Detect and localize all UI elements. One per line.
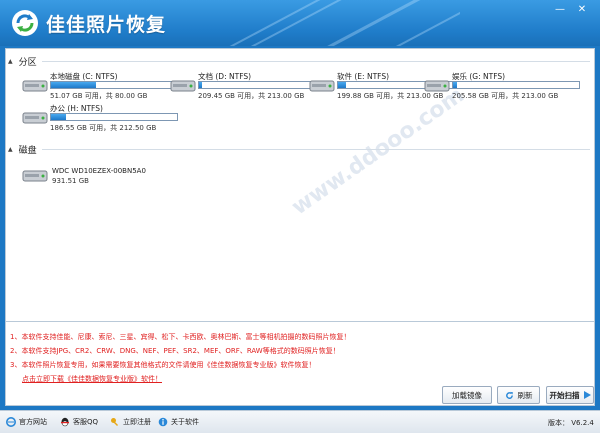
partition-size: 209.45 GB 可用，共 213.00 GB bbox=[198, 92, 305, 100]
refresh-label: 刷新 bbox=[517, 390, 533, 400]
close-button[interactable]: ✕ bbox=[575, 4, 589, 16]
start-scan-label: 开始扫描 bbox=[549, 390, 580, 400]
partitions-header[interactable]: ▲ 分区 bbox=[8, 55, 37, 68]
usage-fill bbox=[51, 114, 67, 120]
usage-fill bbox=[453, 82, 457, 88]
disks-label: 磁盘 bbox=[18, 145, 37, 156]
collapse-icon: ▲ bbox=[8, 145, 13, 153]
about-label: 关于软件 bbox=[171, 418, 199, 426]
website-label: 官方网站 bbox=[19, 418, 47, 426]
version-label: 版本： V6.2.4 bbox=[548, 419, 594, 427]
website-link[interactable]: 官方网站 bbox=[6, 417, 47, 427]
info-icon bbox=[158, 417, 168, 427]
usage-bar bbox=[50, 81, 178, 89]
refresh-icon bbox=[505, 391, 513, 399]
partition-size: 205.58 GB 可用，共 213.00 GB bbox=[452, 92, 559, 100]
refresh-button[interactable]: 刷新 bbox=[497, 386, 540, 404]
note-1: 1、本软件支持佳能、尼康、索尼、三星、宾得、松下、卡西欧、奥林巴斯、富士等相机拍… bbox=[10, 333, 351, 341]
title-decoration bbox=[160, 0, 460, 46]
disk-model: WDC WD10EZEX-00BN5A0 bbox=[52, 167, 146, 175]
hard-drive-icon bbox=[170, 80, 196, 92]
register-link[interactable]: 立即注册 bbox=[110, 417, 151, 427]
qq-link[interactable]: 客服QQ bbox=[60, 417, 98, 427]
note-3: 3、本软件照片恢复专用，如果需要恢复其他格式的文件请使用《佳佳数据恢复专业版》软… bbox=[10, 361, 316, 369]
play-icon bbox=[583, 391, 591, 399]
partition-size: 186.55 GB 可用，共 212.50 GB bbox=[50, 124, 157, 132]
partition-h[interactable]: 办公 (H: NTFS) 186.55 GB 可用，共 212.50 GB bbox=[22, 103, 182, 133]
disk-size: 931.51 GB bbox=[52, 177, 89, 185]
hard-drive-icon bbox=[22, 112, 48, 124]
register-label: 立即注册 bbox=[123, 418, 151, 426]
watermark: www.ddooo.com bbox=[287, 82, 469, 221]
download-link[interactable]: 点击立即下载《佳佳数据恢复专业版》软件！ bbox=[22, 374, 162, 384]
partition-c[interactable]: 本地磁盘 (C: NTFS) 51.07 GB 可用，共 80.00 GB bbox=[22, 71, 182, 101]
qq-label: 客服QQ bbox=[73, 418, 99, 426]
usage-bar bbox=[452, 81, 580, 89]
hard-drive-icon bbox=[22, 170, 48, 182]
title-bar: 佳佳照片恢复 — ✕ bbox=[0, 0, 600, 46]
note-2: 2、本软件支持JPG、CR2、CRW、DNG、NEF、PEF、SR2、MEF、O… bbox=[10, 347, 340, 355]
about-link[interactable]: 关于软件 bbox=[158, 417, 199, 427]
partition-g[interactable]: 娱乐 (G: NTFS) 205.58 GB 可用，共 213.00 GB bbox=[424, 71, 584, 101]
usage-bar bbox=[50, 113, 178, 121]
partition-size: 51.07 GB 可用，共 80.00 GB bbox=[50, 92, 148, 100]
usage-bar bbox=[198, 81, 326, 89]
load-image-label: 加载镜像 bbox=[452, 390, 482, 400]
start-scan-button[interactable]: 开始扫描 bbox=[546, 386, 594, 404]
usage-fill bbox=[51, 82, 97, 88]
drive-panel: www.ddooo.com ▲ 分区 本地磁盘 (C: NTFS) 51.07 … bbox=[5, 48, 595, 322]
app-title: 佳佳照片恢复 bbox=[46, 14, 167, 36]
hard-drive-icon bbox=[309, 80, 335, 92]
partitions-label: 分区 bbox=[18, 57, 37, 68]
app-logo-icon bbox=[12, 10, 38, 36]
status-bar: 官方网站 客服QQ 立即注册 关于软件 版本： V6.2.4 bbox=[0, 410, 600, 433]
hard-drive-icon bbox=[22, 80, 48, 92]
usage-fill bbox=[338, 82, 346, 88]
ie-icon bbox=[6, 417, 16, 427]
physical-disk[interactable]: WDC WD10EZEX-00BN5A0 931.51 GB bbox=[22, 163, 162, 189]
divider bbox=[42, 61, 590, 62]
collapse-icon: ▲ bbox=[8, 57, 13, 65]
hard-drive-icon bbox=[424, 80, 450, 92]
partition-d[interactable]: 文档 (D: NTFS) 209.45 GB 可用，共 213.00 GB bbox=[170, 71, 330, 101]
disks-header[interactable]: ▲ 磁盘 bbox=[8, 143, 37, 156]
divider bbox=[42, 149, 590, 150]
qq-icon bbox=[61, 417, 69, 427]
minimize-button[interactable]: — bbox=[553, 4, 567, 16]
key-icon bbox=[111, 418, 119, 427]
load-image-button[interactable]: 加载镜像 bbox=[442, 386, 492, 404]
usage-fill bbox=[199, 82, 202, 88]
